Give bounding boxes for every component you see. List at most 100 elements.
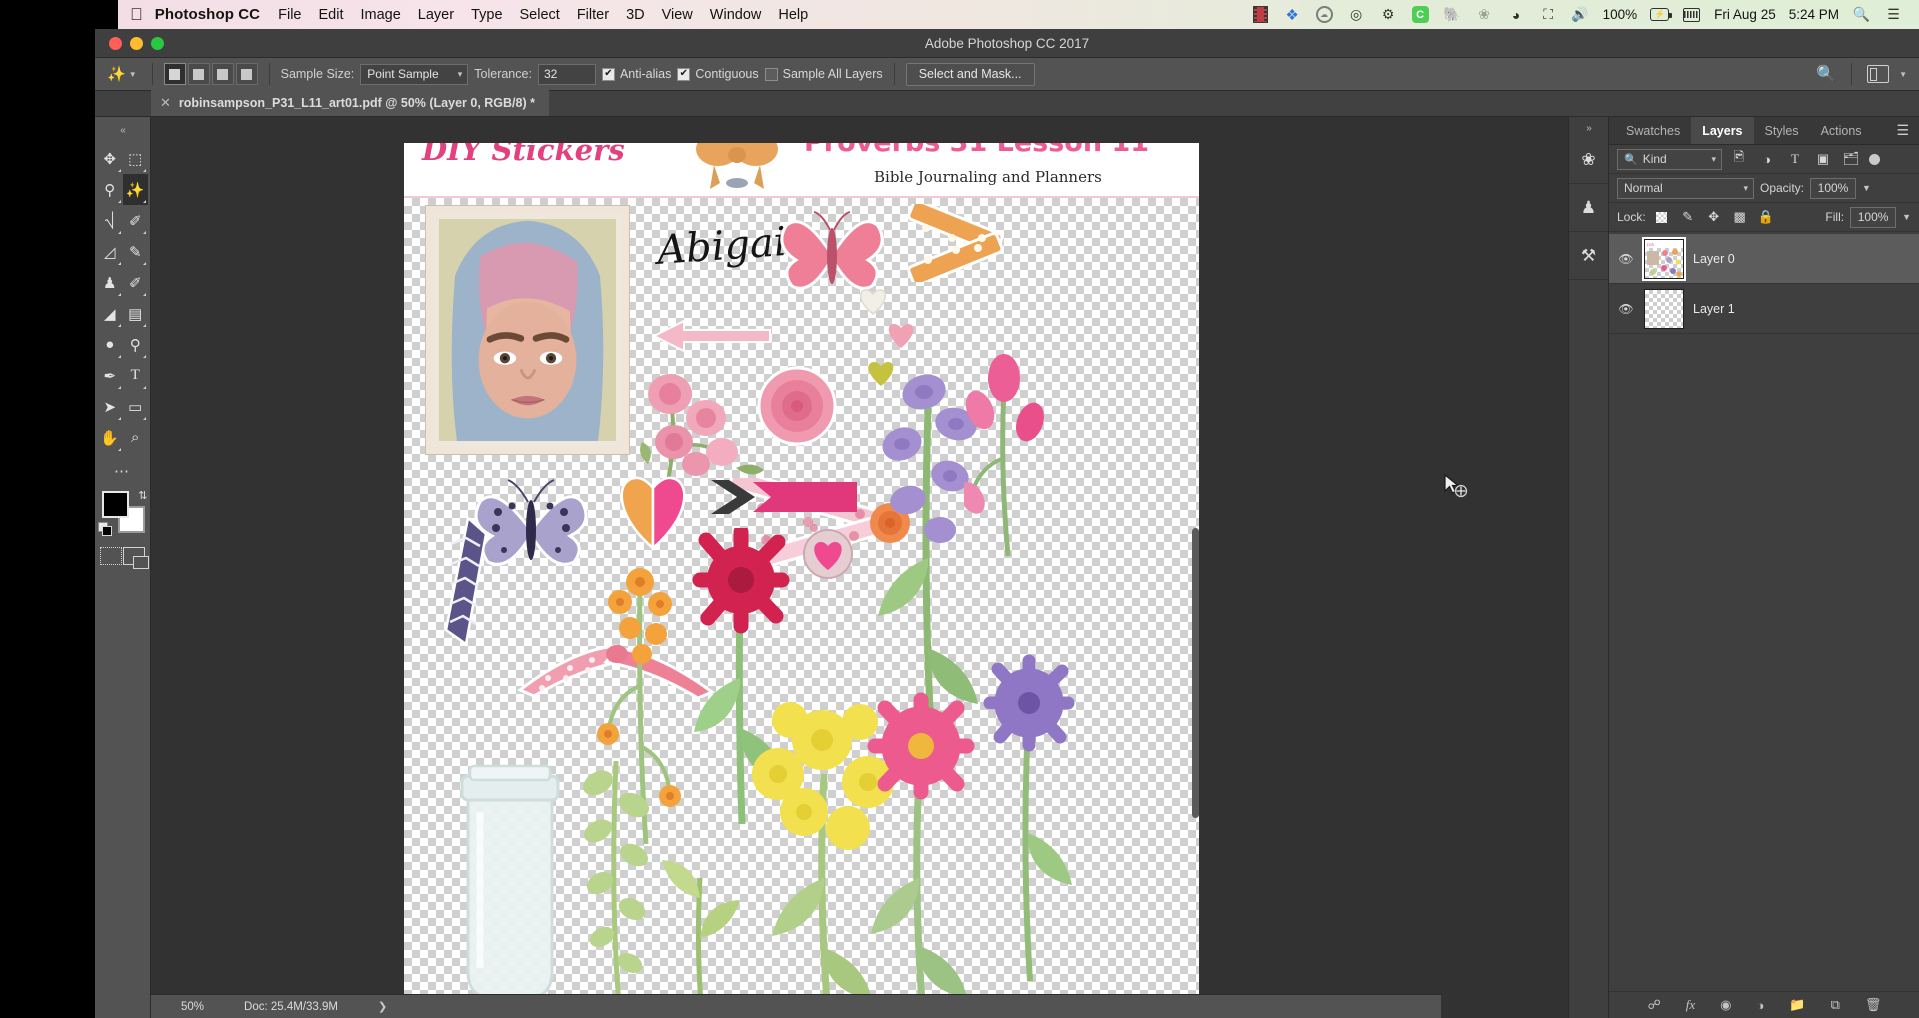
tab-styles[interactable]: Styles [1754,117,1810,144]
dropper-icon[interactable]: ⚙ [1379,6,1398,24]
document-tab[interactable]: ✕ robinsampson_P31_L11_art01.pdf @ 50% (… [151,90,549,116]
lock-artboard-nesting-icon[interactable]: ▩ [1730,207,1750,227]
more-tools-ellipsis[interactable]: ⋯ [95,457,150,483]
gradient-tool[interactable]: ▤ [123,298,149,329]
add-layer-mask-icon[interactable]: ◉ [1720,997,1731,1013]
rectangle-tool[interactable]: ▭ [123,391,149,422]
menu-edit[interactable]: Edit [318,7,343,23]
layer-row-layer-0[interactable]: 👁 DIY [1609,234,1919,284]
layer-row-layer-1[interactable]: 👁 Layer 1 [1609,284,1919,334]
blur-tool[interactable]: ● [97,329,123,360]
airplay-icon[interactable]: ⛶ [1539,6,1558,24]
status-doc-info[interactable]: Doc: 25.4M/33.9M [244,1001,338,1013]
collapse-chevrons-icon[interactable]: » [1569,123,1608,136]
menu-filter[interactable]: Filter [577,7,609,23]
brush-tool[interactable]: ✎ [123,236,149,267]
panel-menu-icon[interactable]: ☰ [1886,117,1919,144]
menu-app-name[interactable]: Photoshop CC [155,6,260,23]
apple-logo-icon[interactable]:  [130,6,143,23]
anti-alias-checkbox[interactable]: Anti-alias [602,67,671,81]
layer-thumbnail[interactable]: DIY [1644,239,1684,279]
sample-size-select[interactable]: Point Sample [360,64,468,85]
tab-actions[interactable]: Actions [1810,117,1873,144]
green-sprout-sticker[interactable] [656,838,746,1018]
magenta-tulip-sticker[interactable] [964,348,1054,558]
new-selection-button[interactable] [164,63,186,85]
heart-badge-sticker[interactable] [802,528,854,580]
spot-healing-brush-tool[interactable]: ◿ [97,236,123,267]
chevron-banner-sticker[interactable] [709,476,859,518]
pixel-layer-filter-icon[interactable]: 🖻 [1728,149,1750,170]
canvas-area[interactable]: DIY Stickers Proverbs 31 Lesson 11 Bible… [151,143,1441,1018]
new-group-icon[interactable]: 📁 [1789,997,1805,1013]
magic-wand-tool[interactable]: ✨ [123,174,149,205]
tab-swatches[interactable]: Swatches [1615,117,1691,144]
artboard[interactable]: DIY Stickers Proverbs 31 Lesson 11 Bible… [404,143,1199,1018]
chevron-down-icon[interactable]: ▼ [1899,70,1907,79]
menu-type[interactable]: Type [471,7,502,23]
eraser-tool[interactable]: ◢ [97,298,123,329]
lock-transparent-pixels-icon[interactable] [1652,207,1672,227]
layer-visibility-icon[interactable]: 👁 [1617,302,1635,316]
photo-frame-sticker[interactable] [426,206,629,454]
current-tool-preset[interactable]: ✨ ▼ [103,65,141,83]
chevron-down-icon[interactable]: ▼ [1902,212,1911,222]
green-leaf-sprig-sticker[interactable] [576,743,660,1018]
lasso-tool[interactable]: ⚲ [97,174,123,205]
dodge-tool[interactable]: ⚲ [123,329,149,360]
menu-view[interactable]: View [662,7,693,23]
link-layers-icon[interactable]: ☍ [1648,997,1661,1013]
zoom-tool[interactable]: ⌕ [123,422,149,453]
add-to-selection-button[interactable] [188,63,210,85]
wifi-icon[interactable]: ◕ [1507,6,1526,24]
pen-tool[interactable]: ✒ [97,360,123,391]
zoom-button[interactable] [151,37,164,50]
menu-help[interactable]: Help [778,7,808,23]
hand-tool[interactable]: ✋ [97,422,123,453]
opacity-input[interactable]: 100% [1810,178,1856,199]
pink-butterfly-sticker[interactable] [772,206,892,298]
two-tone-heart-sticker[interactable] [609,470,697,552]
crop-tool[interactable]: ⎷ [97,205,123,236]
lock-position-icon[interactable]: ✥ [1704,207,1724,227]
tab-layers[interactable]: Layers [1691,117,1753,144]
new-layer-icon[interactable]: ⧉ [1831,997,1840,1013]
select-and-mask-button[interactable]: Select and Mask... [906,63,1035,86]
siri-icon[interactable] [1682,6,1701,24]
menu-file[interactable]: File [278,7,301,23]
delete-layer-icon[interactable]: 🗑 [1865,997,1882,1013]
transparent-canvas[interactable]: Abigail [404,198,1199,1018]
layer-thumbnail[interactable] [1644,289,1684,329]
menu-image[interactable]: Image [360,7,400,23]
menu-3d[interactable]: 3D [626,7,645,23]
rectangular-marquee-tool[interactable]: ⬚ [123,143,149,174]
canvas-scrollbar[interactable] [1192,528,1199,818]
filter-enable-toggle[interactable] [1868,149,1881,170]
close-icon[interactable]: ✕ [160,95,171,111]
spotlight-search-icon[interactable]: 🔍 [1852,6,1871,24]
chevron-down-icon[interactable]: ▼ [1862,183,1871,193]
default-colors-icon[interactable] [98,522,111,535]
intersect-selection-button[interactable] [236,63,258,85]
clone-source-panel-icon[interactable]: ♟ [1569,184,1608,232]
green-app-icon[interactable]: C [1411,6,1430,24]
volume-icon[interactable]: 🔊 [1571,6,1590,24]
film-icon[interactable] [1251,6,1270,24]
path-selection-tool[interactable]: ➤ [97,391,123,422]
collapse-chevrons-icon[interactable]: « [95,125,150,139]
purple-aster-sticker[interactable] [974,653,1084,983]
shape-layer-filter-icon[interactable]: ▣ [1812,149,1834,170]
menu-layer[interactable]: Layer [418,7,454,23]
evernote-icon[interactable]: 🐘 [1443,6,1462,24]
layer-style-fx-icon[interactable]: fx [1686,997,1695,1013]
screen-mode-icon[interactable] [123,547,145,565]
workspace-switcher-icon[interactable] [1867,65,1889,83]
adjustment-layer-filter-icon[interactable]: ◑ [1756,149,1778,170]
smart-object-filter-icon[interactable]: 🗂 [1840,149,1862,170]
history-brush-tool[interactable]: ✐ [123,267,149,298]
sample-all-layers-checkbox[interactable]: Sample All Layers [765,67,883,81]
lock-all-icon[interactable]: 🔒 [1756,207,1776,227]
bluetooth-icon[interactable]: ❀ [1475,6,1494,24]
clone-stamp-tool[interactable]: ♟ [97,267,123,298]
subtract-from-selection-button[interactable] [212,63,234,85]
